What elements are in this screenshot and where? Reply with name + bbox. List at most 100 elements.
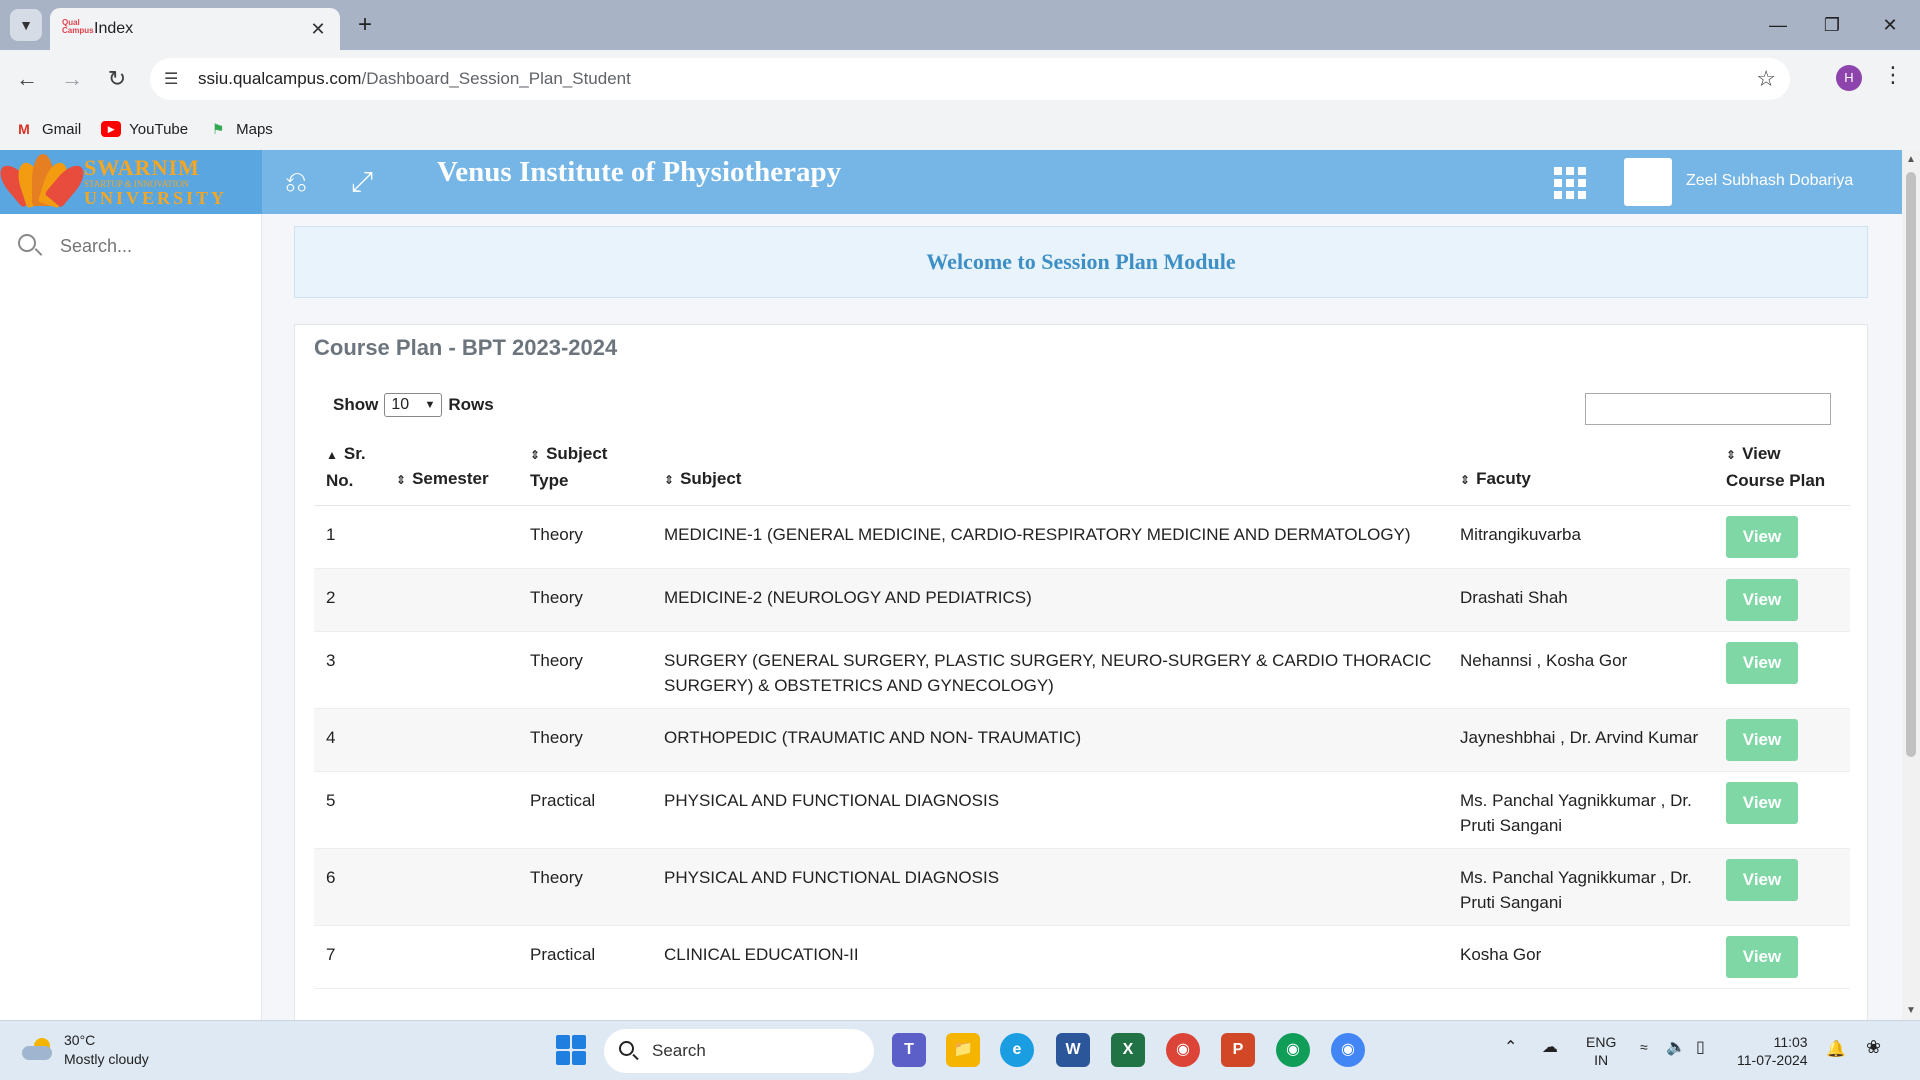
view-course-plan-button[interactable]: View xyxy=(1726,516,1798,558)
edge-icon[interactable]: e xyxy=(1000,1033,1034,1067)
site-info-icon[interactable]: ☰ xyxy=(164,69,188,89)
powerpoint-icon[interactable]: P xyxy=(1221,1033,1255,1067)
region-code: IN xyxy=(1594,1052,1609,1068)
temperature: 30°C xyxy=(64,1032,96,1048)
rows-per-page-select[interactable]: 10 ▼ xyxy=(384,393,443,417)
user-avatar[interactable] xyxy=(1624,158,1672,206)
gmail-icon: M xyxy=(18,121,30,137)
cell-subject: SURGERY (GENERAL SURGERY, PLASTIC SURGER… xyxy=(652,631,1448,709)
word-icon[interactable]: W xyxy=(1056,1033,1090,1067)
url-host: ssiu.qualcampus.com xyxy=(198,69,362,88)
cloudy-weather-icon xyxy=(20,1038,54,1062)
bookmark-label: Maps xyxy=(236,120,273,138)
chrome-icon[interactable]: ◉ xyxy=(1166,1033,1200,1067)
column-header-faculty[interactable]: ⇕ Facuty xyxy=(1448,441,1714,506)
table-search-input[interactable] xyxy=(1585,393,1831,425)
weather-widget[interactable]: 30°C Mostly cloudy xyxy=(20,1031,149,1069)
browser-tab-active[interactable]: Qual Campus Index ✕ xyxy=(50,8,340,50)
bookmark-star-icon[interactable]: ☆ xyxy=(1756,66,1776,92)
bookmarks-bar: M Gmail ▶ YouTube ⚑ Maps xyxy=(0,108,1920,150)
bookmark-gmail[interactable]: M Gmail xyxy=(14,121,81,138)
bookmark-youtube[interactable]: ▶ YouTube xyxy=(101,121,188,138)
back-circle-icon[interactable]: ⎌ xyxy=(278,164,314,200)
battery-icon[interactable]: ▯ xyxy=(1696,1037,1705,1057)
notifications-bell-icon[interactable]: 🔔 xyxy=(1826,1039,1846,1059)
lotus-logo-icon xyxy=(0,150,90,214)
cell-semester xyxy=(384,505,518,569)
volume-icon[interactable]: 🔈 xyxy=(1666,1037,1686,1057)
cell-subject: PHYSICAL AND FUNCTIONAL DIAGNOSIS xyxy=(652,848,1448,926)
bookmark-maps[interactable]: ⚑ Maps xyxy=(208,121,273,138)
cell-faculty: Jayneshbhai , Dr. Arvind Kumar xyxy=(1448,708,1714,772)
file-explorer-icon[interactable]: 📁 xyxy=(946,1033,980,1067)
sort-icon: ⇕ xyxy=(396,473,407,487)
chevron-down-icon: ▼ xyxy=(424,399,436,411)
view-course-plan-button[interactable]: View xyxy=(1726,719,1798,761)
scrollbar-thumb[interactable] xyxy=(1906,172,1916,757)
windows-start-icon[interactable] xyxy=(556,1035,586,1065)
clock-time: 11:03 xyxy=(1773,1034,1808,1050)
close-window-icon[interactable]: ✕ xyxy=(1870,10,1910,40)
view-course-plan-button[interactable]: View xyxy=(1726,579,1798,621)
taskbar-search[interactable]: Search xyxy=(604,1029,874,1073)
minimize-window-icon[interactable]: — xyxy=(1758,10,1798,40)
welcome-text: Welcome to Session Plan Module xyxy=(926,249,1236,274)
welcome-banner: Welcome to Session Plan Module xyxy=(294,226,1868,298)
back-arrow-icon[interactable]: ← xyxy=(12,64,42,94)
user-name[interactable]: Zeel Subhash Dobariya xyxy=(1686,172,1853,190)
cell-sr-no: 4 xyxy=(314,708,384,772)
cell-faculty: Drashati Shah xyxy=(1448,568,1714,632)
copilot-icon[interactable]: ❀ xyxy=(1866,1037,1881,1058)
chrome-active-icon[interactable]: ◉ xyxy=(1331,1033,1365,1067)
weather-text: 30°C Mostly cloudy xyxy=(64,1031,149,1069)
onedrive-offline-icon[interactable]: ☁ xyxy=(1542,1037,1558,1057)
restore-window-icon[interactable]: ❐ xyxy=(1812,10,1852,40)
page-scrollbar[interactable]: ▲ ▼ xyxy=(1902,150,1920,1020)
cell-subject-type: Theory xyxy=(518,568,652,632)
logo-line-3: UNIVERSITY xyxy=(84,188,228,208)
header-text: Type xyxy=(530,471,569,490)
qualcampus-favicon-icon: Qual Campus xyxy=(62,18,94,35)
forward-arrow-icon[interactable]: → xyxy=(57,64,87,94)
fullscreen-icon[interactable]: ⤢ xyxy=(344,164,380,200)
close-tab-icon[interactable]: ✕ xyxy=(308,19,328,40)
wifi-icon[interactable]: ≈ xyxy=(1640,1039,1648,1055)
show-hidden-icons-icon[interactable]: ⌃ xyxy=(1504,1037,1517,1057)
reload-icon[interactable]: ↻ xyxy=(102,64,132,94)
view-course-plan-button[interactable]: View xyxy=(1726,936,1798,978)
rows-label: Rows xyxy=(448,395,494,414)
column-header-subject[interactable]: ⇕ Subject xyxy=(652,441,1448,506)
cell-semester xyxy=(384,771,518,849)
column-header-sr-no[interactable]: ▲ Sr. No. xyxy=(314,441,384,506)
view-course-plan-button[interactable]: View xyxy=(1726,859,1798,901)
excel-icon[interactable]: X xyxy=(1111,1033,1145,1067)
cell-faculty: Ms. Panchal Yagnikkumar , Dr. Pruti Sang… xyxy=(1448,771,1714,849)
chrome-profile-icon[interactable]: ◉ xyxy=(1276,1033,1310,1067)
view-course-plan-button[interactable]: View xyxy=(1726,782,1798,824)
sidebar-search-input[interactable] xyxy=(60,235,240,257)
column-header-view-course-plan[interactable]: ⇕ View Course Plan xyxy=(1714,441,1850,506)
new-tab-button[interactable]: + xyxy=(350,10,380,40)
browser-menu-icon[interactable]: ⋮ xyxy=(1882,62,1904,88)
header-text: Facuty xyxy=(1476,469,1531,488)
weather-condition: Mostly cloudy xyxy=(64,1051,149,1067)
address-bar[interactable]: ☰ ssiu.qualcampus.com/Dashboard_Session_… xyxy=(150,58,1790,100)
view-course-plan-button[interactable]: View xyxy=(1726,642,1798,684)
search-icon xyxy=(618,1040,640,1062)
bookmark-label: YouTube xyxy=(129,120,189,138)
scroll-up-icon[interactable]: ▲ xyxy=(1906,154,1916,165)
apps-grid-icon[interactable] xyxy=(1554,167,1586,199)
teams-icon[interactable]: T xyxy=(892,1033,926,1067)
column-header-subject-type[interactable]: ⇕ Subject Type xyxy=(518,441,652,506)
chevron-down-icon: ▼ xyxy=(19,17,33,33)
header-text: Course Plan xyxy=(1726,471,1826,490)
tab-search-button[interactable]: ▼ xyxy=(10,9,42,41)
column-header-semester[interactable]: ⇕ Semester xyxy=(384,441,518,506)
scroll-down-icon[interactable]: ▼ xyxy=(1906,1005,1916,1016)
clock[interactable]: 11:03 11-07-2024 xyxy=(1737,1033,1808,1069)
language-indicator[interactable]: ENG IN xyxy=(1586,1033,1616,1069)
profile-avatar[interactable]: H xyxy=(1836,65,1862,91)
university-logo[interactable]: SWARNIM STARTUP & INNOVATION UNIVERSITY xyxy=(0,150,262,214)
sort-icon: ⇕ xyxy=(1726,448,1737,462)
sidebar-search xyxy=(16,232,240,260)
